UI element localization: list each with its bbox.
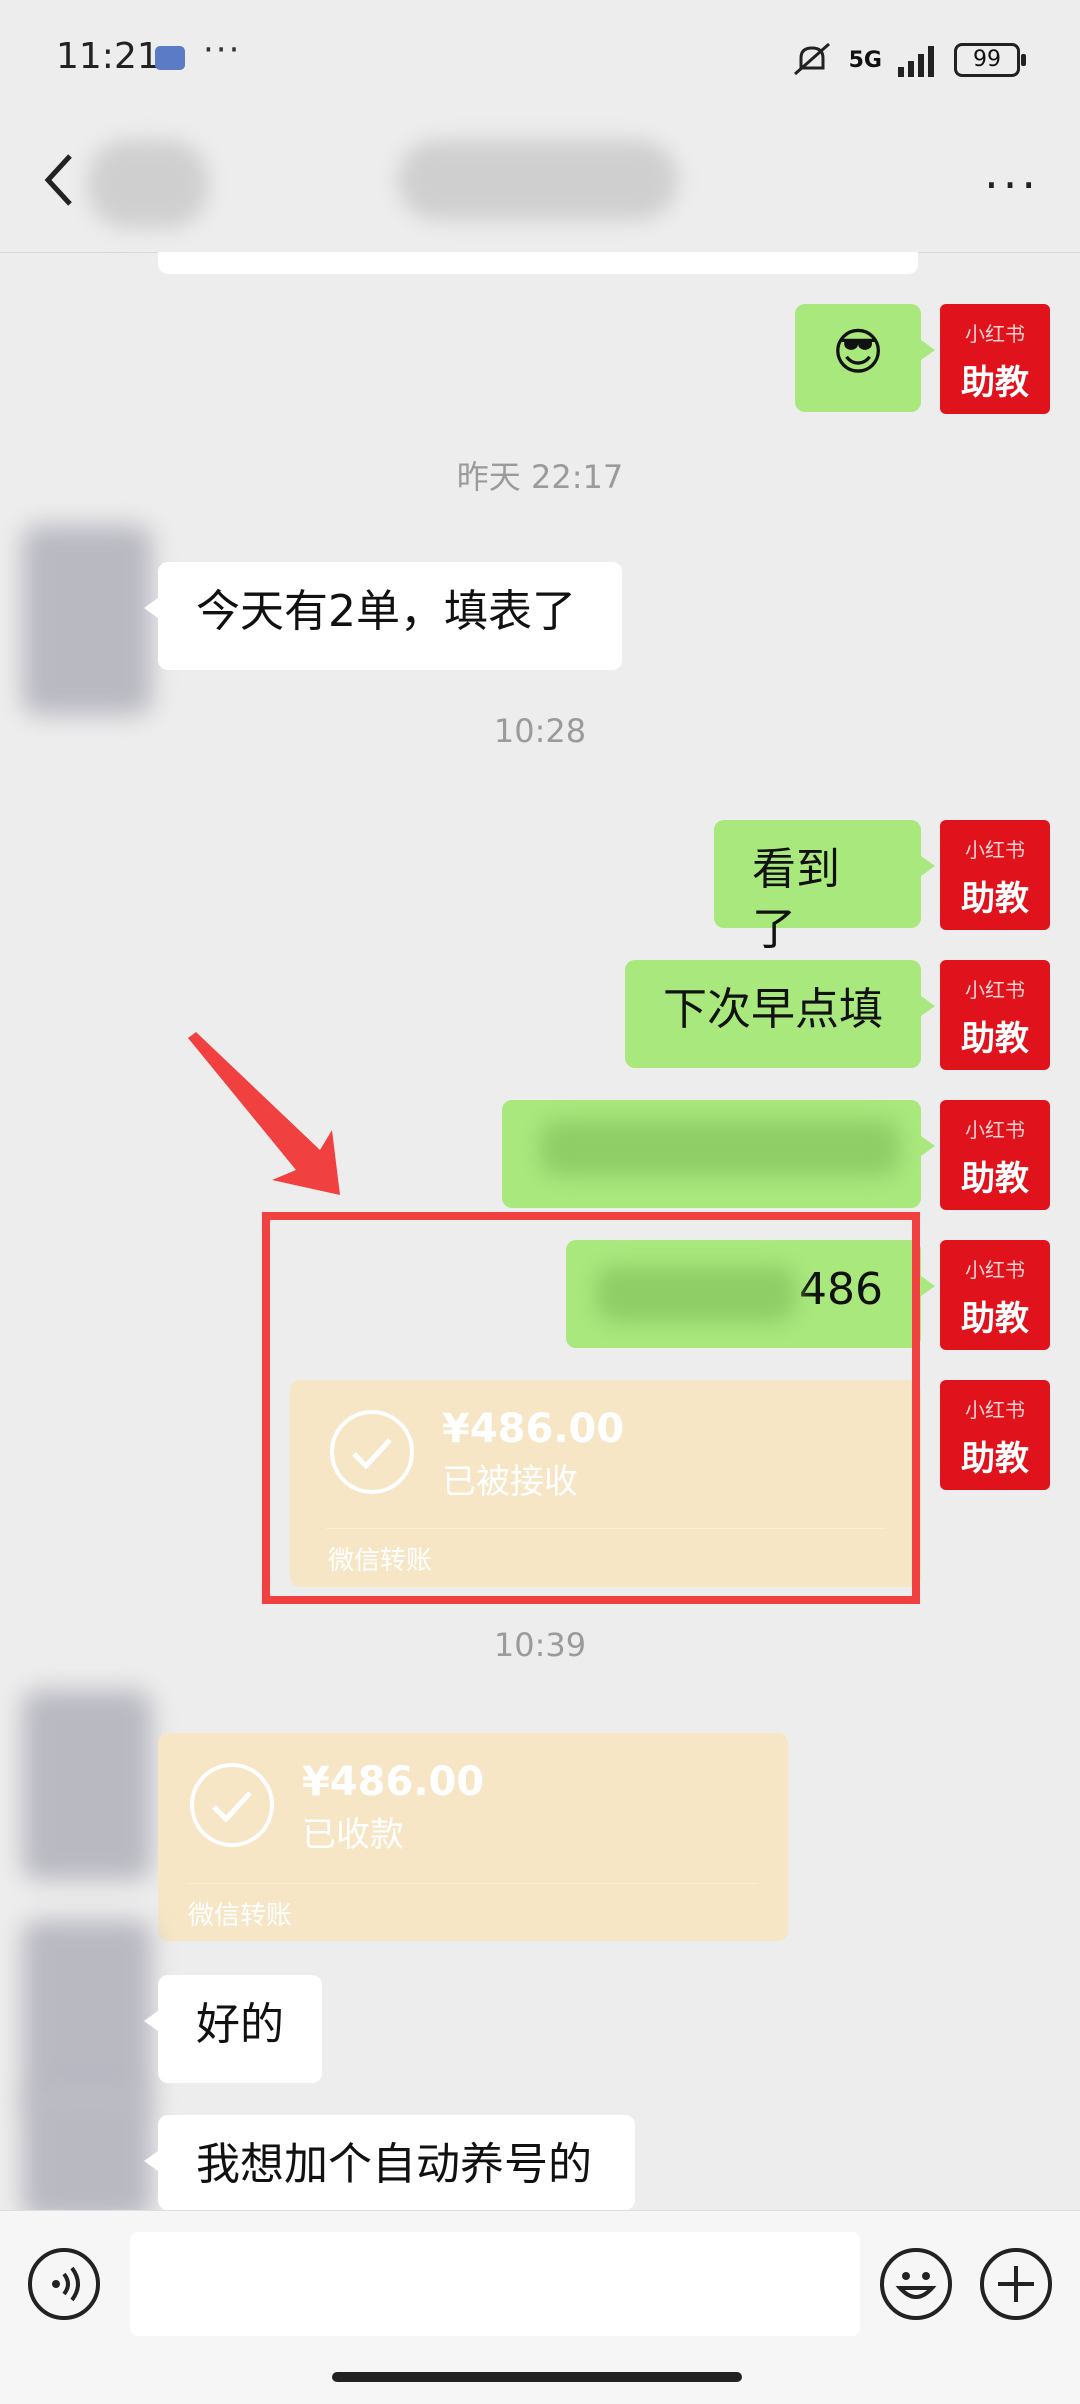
message-bubble-other[interactable]: 我想加个自动养号的: [144, 2115, 635, 2210]
voice-icon[interactable]: [28, 2248, 100, 2320]
message-bubble-other[interactable]: 今天有2单，填表了: [144, 562, 622, 670]
blurred-header-avatar: [88, 140, 208, 228]
partial-message-bubble: [158, 252, 918, 274]
contact-avatar[interactable]: [22, 525, 152, 715]
back-arrow-icon[interactable]: [40, 150, 76, 210]
message-bubble-me-blurred[interactable]: [502, 1100, 935, 1208]
message-bubble-other[interactable]: 好的: [144, 1975, 322, 2083]
timestamp: 10:28: [493, 712, 587, 750]
network-label: 5G: [848, 47, 882, 73]
message-bubble-me[interactable]: 看到了: [714, 820, 935, 955]
transfer-footer: 微信转账: [188, 1901, 293, 1931]
plus-icon[interactable]: [980, 2248, 1052, 2320]
status-time: 11:21: [56, 36, 160, 77]
check-circle-icon: [190, 1763, 274, 1847]
message-bubble-me[interactable]: 😎: [795, 304, 935, 412]
more-options-icon[interactable]: ···: [984, 158, 1040, 212]
my-avatar[interactable]: 小红书 助教: [940, 820, 1050, 930]
sunglasses-emoji: 😎: [831, 323, 885, 381]
my-avatar[interactable]: 小红书 助教: [940, 1380, 1050, 1490]
blurred-text: [540, 1120, 900, 1176]
emoji-icon[interactable]: [880, 2248, 952, 2320]
signal-icon: [898, 46, 934, 77]
battery-icon: 99: [954, 43, 1026, 77]
message-notification-icon: [155, 46, 185, 70]
transfer-amount: ¥486.00: [302, 1759, 485, 1805]
my-avatar[interactable]: 小红书 助教: [940, 1100, 1050, 1210]
message-input[interactable]: [130, 2232, 860, 2336]
message-bubble-me[interactable]: 下次早点填: [625, 960, 935, 1068]
mute-icon: [793, 42, 830, 76]
transfer-card-received[interactable]: ¥486.00 已收款 微信转账: [158, 1733, 788, 1941]
timestamp: 10:39: [493, 1626, 587, 1664]
status-icons: 5G 99: [789, 40, 1026, 80]
contact-avatar[interactable]: [22, 1690, 152, 1880]
divider: [188, 1883, 758, 1884]
contact-avatar[interactable]: [22, 1920, 152, 2110]
annotation-arrow-icon: [188, 1032, 340, 1195]
contact-avatar[interactable]: [22, 2090, 152, 2220]
home-indicator[interactable]: [332, 2372, 742, 2382]
timestamp: 昨天 22:17: [456, 458, 624, 496]
my-avatar[interactable]: 小红书 助教: [940, 304, 1050, 414]
transfer-status: 已收款: [302, 1815, 404, 1855]
more-notifications-icon: ···: [203, 30, 242, 70]
my-avatar[interactable]: 小红书 助教: [940, 1240, 1050, 1350]
chat-title-blurred: [398, 140, 678, 220]
my-avatar[interactable]: 小红书 助教: [940, 960, 1050, 1070]
highlight-box: [262, 1212, 920, 1604]
